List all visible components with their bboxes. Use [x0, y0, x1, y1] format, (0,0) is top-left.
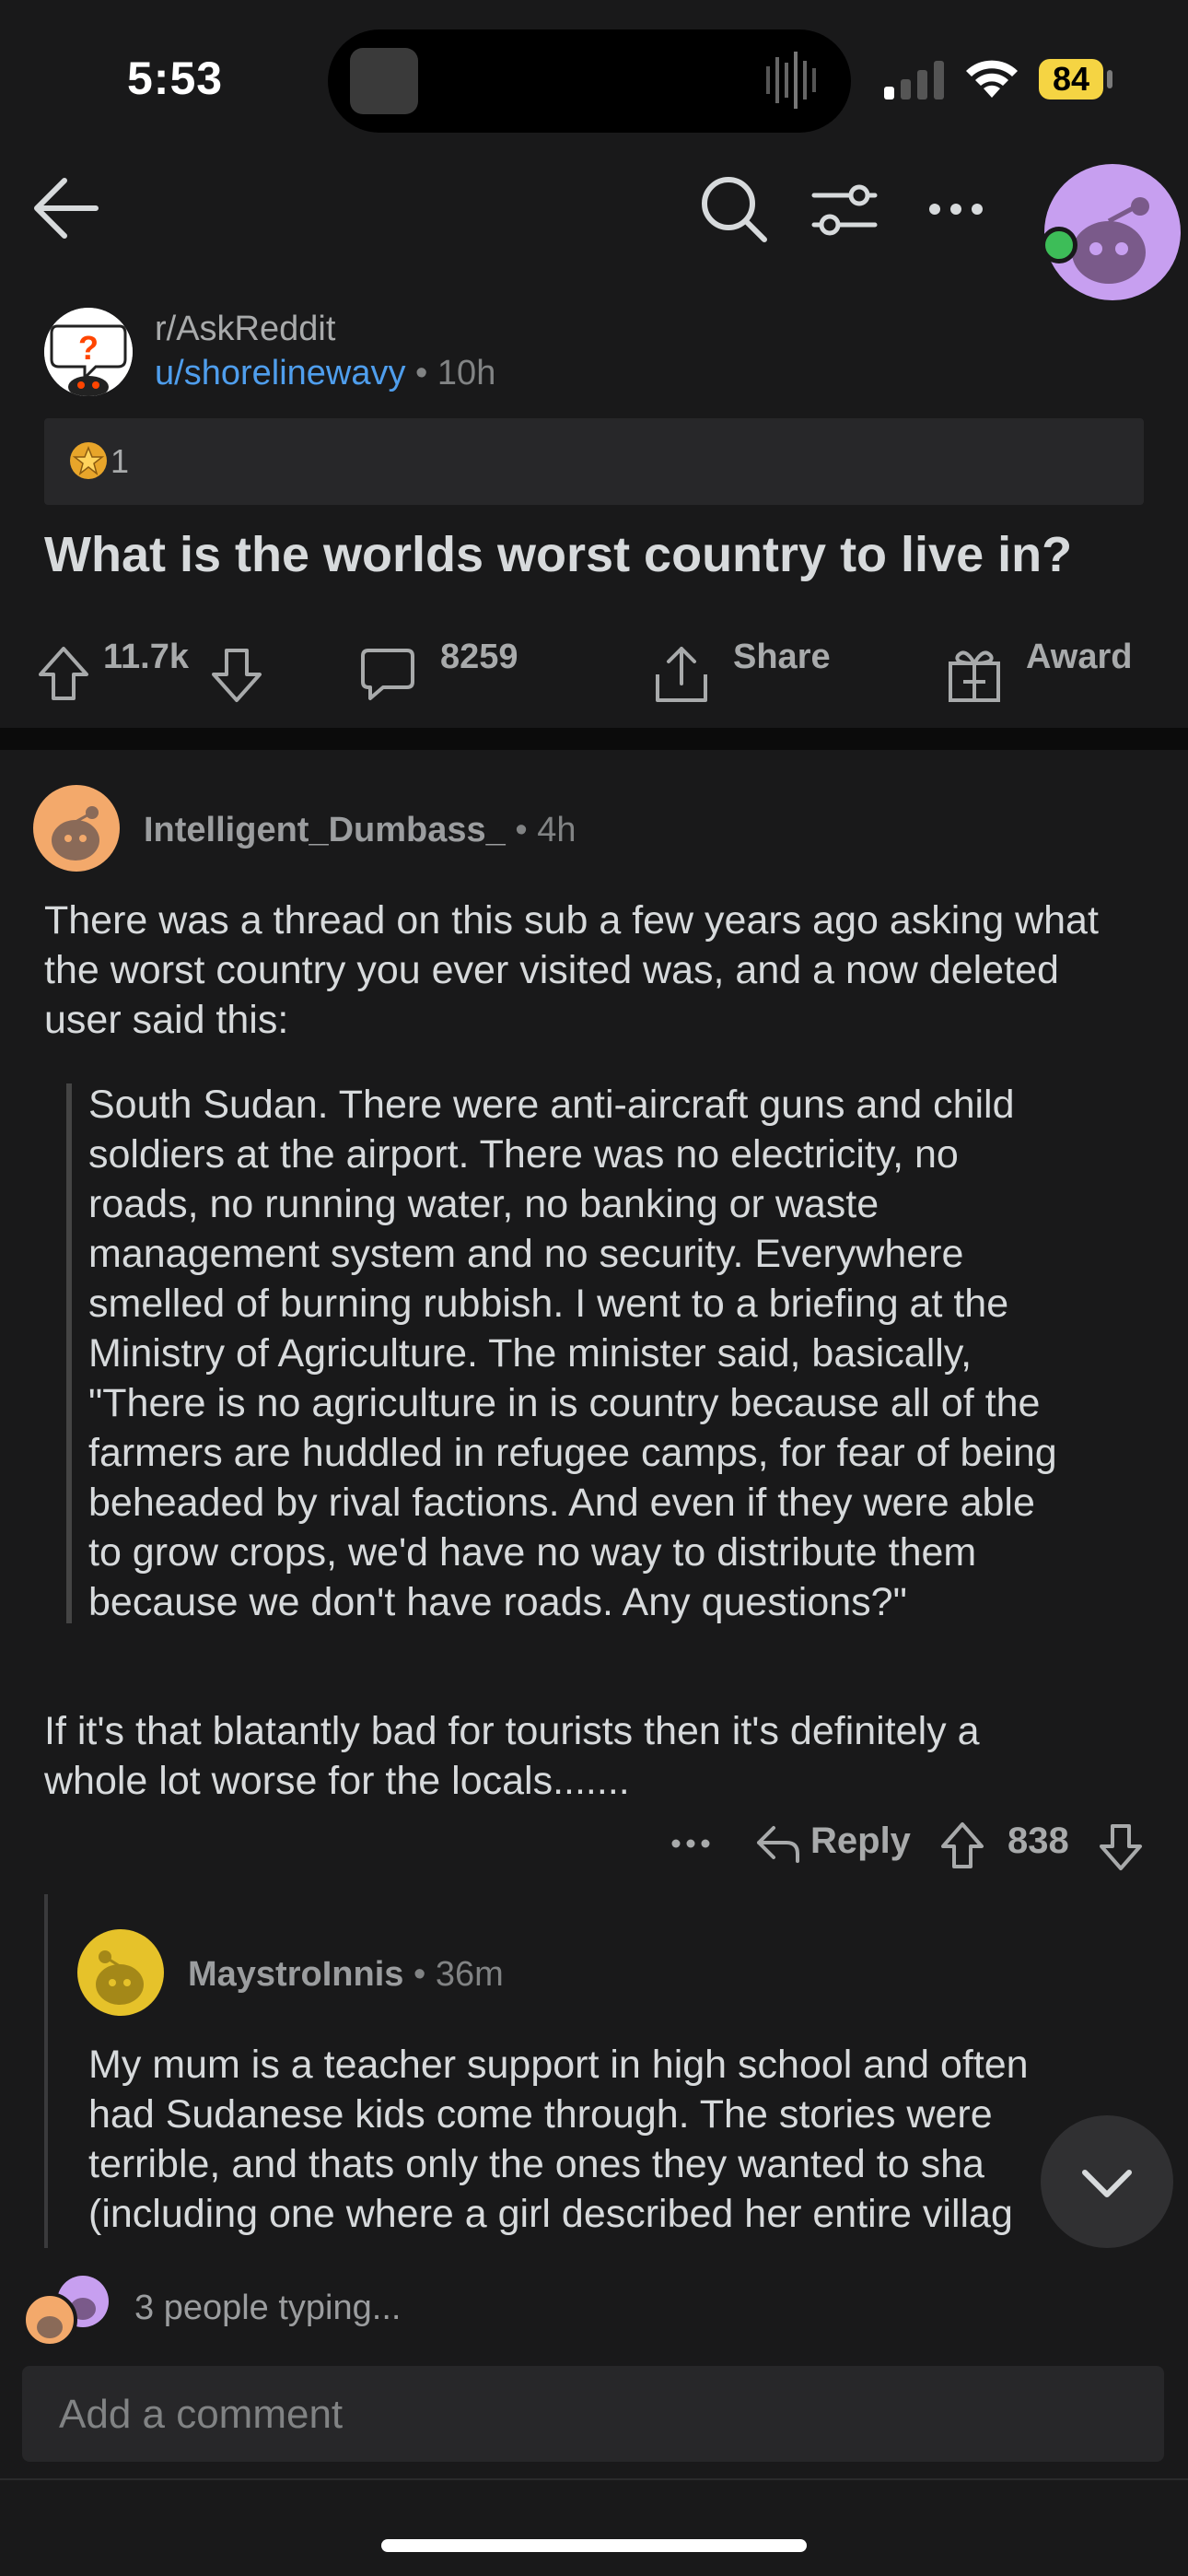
comment-age: 4h: [537, 811, 577, 849]
comment-author-line: Intelligent_Dumbass_ • 4h: [144, 811, 577, 849]
thread-line[interactable]: [44, 1894, 48, 2254]
reply-arrow-icon[interactable]: [755, 1824, 801, 1865]
home-indicator[interactable]: [381, 2539, 807, 2552]
upvote-icon[interactable]: [37, 645, 90, 702]
post-title: What is the worlds worst country to live…: [44, 527, 1073, 582]
reply-avatar[interactable]: [77, 1929, 164, 2016]
comment-downvote-icon[interactable]: [1098, 1822, 1144, 1872]
award-count: 1: [111, 442, 130, 480]
online-status-dot: [1041, 227, 1077, 263]
content-cutoff: [0, 2248, 1188, 2276]
post-meta: u/shorelinewavy • 10h: [155, 354, 495, 393]
award-badge-icon: [68, 440, 109, 481]
subreddit-icon[interactable]: ?: [44, 308, 133, 396]
award-gift-icon[interactable]: [947, 645, 1002, 704]
post-age: 10h: [437, 354, 496, 392]
battery-cap: [1107, 70, 1112, 88]
wifi-icon: [963, 57, 1020, 100]
cellular-signal-icon: [884, 61, 945, 100]
search-icon[interactable]: [700, 175, 768, 243]
post-author[interactable]: u/shorelinewavy: [155, 354, 405, 392]
share-button[interactable]: Share: [733, 638, 831, 677]
comment-author[interactable]: Intelligent_Dumbass_: [144, 811, 506, 849]
reply-body: My mum is a teacher support in high scho…: [88, 2043, 1029, 2236]
comment-intro: There was a thread on this sub a few yea…: [44, 898, 1099, 1042]
post-score: 11.7k: [103, 638, 189, 676]
section-divider: [0, 728, 1188, 750]
more-options-icon[interactable]: [926, 201, 985, 217]
reply-age: 36m: [435, 1955, 504, 1994]
bottom-divider: [0, 2478, 1188, 2480]
comment-avatar[interactable]: [33, 785, 120, 872]
comment-bubble-icon[interactable]: [359, 647, 416, 704]
award-button[interactable]: Award: [1026, 638, 1132, 677]
audio-waveform-icon: [764, 50, 823, 111]
comment-upvote-icon[interactable]: [939, 1821, 985, 1870]
comment-more-icon[interactable]: [670, 1837, 711, 1850]
awards-bar[interactable]: [44, 418, 1144, 505]
blockquote-bar: [66, 1083, 72, 1623]
comment-input-placeholder: Add a comment: [59, 2392, 344, 2437]
svg-text:?: ?: [78, 329, 99, 367]
comment-outro: If it's that blatantly bad for tourists …: [44, 1709, 980, 1803]
typing-avatars: [24, 2274, 112, 2348]
comment-count[interactable]: 8259: [440, 638, 518, 677]
now-playing-artwork: [350, 48, 418, 114]
meta-separator: •: [415, 354, 437, 392]
subreddit-name[interactable]: r/AskReddit: [155, 310, 335, 349]
back-arrow-icon[interactable]: [31, 175, 99, 241]
comment-score: 838: [1007, 1821, 1069, 1861]
reply-author-line: MaystroInnis • 36m: [188, 1955, 504, 1994]
next-comment-button[interactable]: [1041, 2115, 1173, 2248]
battery-level: 84: [1039, 59, 1103, 100]
reply-button[interactable]: Reply: [810, 1821, 911, 1862]
downvote-icon[interactable]: [210, 647, 263, 704]
comment-quote: South Sudan. There were anti-aircraft gu…: [88, 1083, 1057, 1624]
share-icon[interactable]: [654, 645, 709, 704]
reply-author[interactable]: MaystroInnis: [188, 1955, 403, 1994]
sort-filter-icon[interactable]: [810, 181, 879, 240]
status-time: 5:53: [127, 53, 224, 104]
typing-indicator: 3 people typing...: [134, 2289, 402, 2327]
